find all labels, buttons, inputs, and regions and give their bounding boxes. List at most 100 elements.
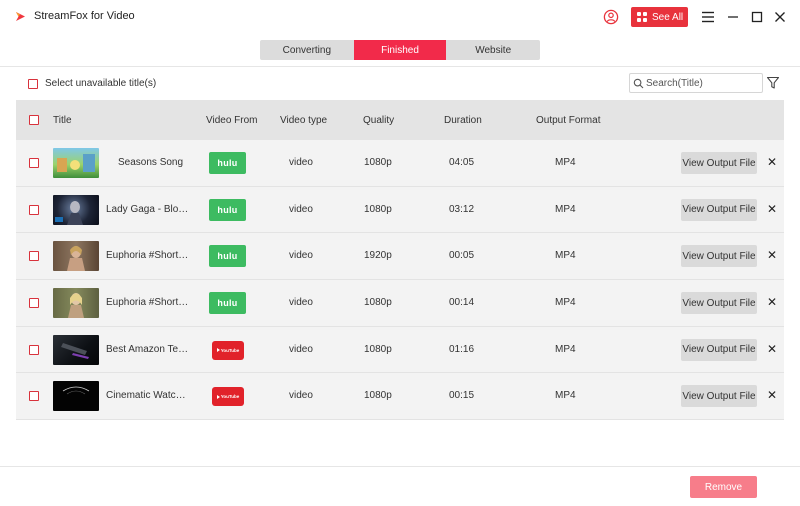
select-all-checkbox[interactable] bbox=[29, 115, 39, 125]
title-bar: StreamFox for Video See All bbox=[0, 0, 800, 34]
view-output-file-button[interactable]: View Output File bbox=[681, 198, 757, 221]
output-format: MP4 bbox=[555, 250, 576, 262]
video-type: video bbox=[289, 297, 313, 309]
video-thumbnail bbox=[53, 288, 99, 319]
app-title: StreamFox for Video bbox=[34, 10, 135, 22]
video-quality: 1080p bbox=[364, 343, 392, 355]
view-output-file-button[interactable]: View Output File bbox=[681, 292, 757, 315]
video-duration: 00:14 bbox=[449, 297, 475, 309]
tab-website[interactable]: Website bbox=[446, 40, 540, 60]
user-account-icon[interactable] bbox=[603, 9, 619, 25]
video-duration: 00:15 bbox=[449, 390, 475, 402]
status-tabs: Converting Finished Website bbox=[260, 40, 540, 60]
play-icon bbox=[216, 348, 220, 353]
select-unavailable-label: Select unavailable title(s) bbox=[45, 78, 157, 89]
table-row: Seasons Song hulu video 1080p 04:05 MP4 … bbox=[16, 140, 784, 187]
video-title: Euphoria #Shorts ... bbox=[106, 297, 190, 309]
row-checkbox[interactable] bbox=[29, 391, 39, 402]
header-video-type: Video type bbox=[280, 115, 328, 126]
video-quality: 1080p bbox=[364, 157, 392, 168]
delete-row-icon[interactable]: ✕ bbox=[766, 153, 778, 171]
video-title: Lady Gaga - Bloo... bbox=[106, 203, 190, 215]
select-unavailable-checkbox[interactable] bbox=[28, 78, 38, 89]
search-icon bbox=[633, 78, 644, 88]
video-title: Cinematic Watch ... bbox=[106, 390, 190, 402]
divider bbox=[0, 66, 800, 67]
table-row: Lady Gaga - Bloo... hulu video 1080p 03:… bbox=[16, 186, 784, 234]
row-checkbox[interactable] bbox=[29, 297, 39, 308]
delete-row-icon[interactable]: ✕ bbox=[766, 340, 778, 358]
video-thumbnail bbox=[53, 381, 99, 412]
view-output-file-button[interactable]: View Output File bbox=[681, 245, 757, 268]
video-type: video bbox=[289, 390, 313, 402]
menu-icon[interactable] bbox=[700, 9, 716, 25]
table-row: Best Amazon Tec... YouTube video 1080p 0… bbox=[16, 326, 784, 374]
row-checkbox[interactable] bbox=[29, 204, 39, 215]
tab-converting[interactable]: Converting bbox=[260, 40, 354, 60]
youtube-label: YouTube bbox=[220, 394, 240, 400]
minimize-icon[interactable] bbox=[725, 9, 741, 25]
video-duration: 04:05 bbox=[449, 157, 475, 168]
search-box[interactable] bbox=[629, 73, 763, 93]
video-thumbnail bbox=[53, 241, 99, 272]
hulu-badge: hulu bbox=[209, 245, 246, 268]
delete-row-icon[interactable]: ✕ bbox=[766, 246, 778, 264]
table-header: Title Video From Video type Quality Dura… bbox=[16, 100, 784, 140]
maximize-icon[interactable] bbox=[749, 9, 765, 25]
see-all-button[interactable]: See All bbox=[631, 7, 688, 27]
output-format: MP4 bbox=[555, 203, 576, 215]
hulu-badge: hulu bbox=[209, 292, 246, 315]
video-quality: 1080p bbox=[364, 390, 392, 402]
delete-row-icon[interactable]: ✕ bbox=[766, 386, 778, 404]
video-thumbnail bbox=[53, 194, 99, 225]
divider bbox=[0, 466, 800, 467]
view-output-file-button[interactable]: View Output File bbox=[681, 385, 757, 408]
row-checkbox[interactable] bbox=[29, 344, 39, 355]
table-row: Euphoria #Shorts ... hulu video 1080p 00… bbox=[16, 280, 784, 327]
finished-table: Title Video From Video type Quality Dura… bbox=[16, 100, 784, 421]
video-quality: 1080p bbox=[364, 203, 392, 215]
video-type: video bbox=[289, 250, 313, 262]
header-video-from: Video From bbox=[206, 115, 258, 126]
youtube-badge: YouTube bbox=[212, 340, 244, 360]
row-checkbox[interactable] bbox=[29, 157, 39, 168]
youtube-badge: YouTube bbox=[212, 387, 244, 407]
video-title: Best Amazon Tec... bbox=[106, 343, 190, 355]
see-all-label: See All bbox=[652, 11, 684, 23]
table-row: Euphoria #Shorts ... hulu video 1920p 00… bbox=[16, 233, 784, 281]
grid-icon bbox=[637, 12, 647, 22]
delete-row-icon[interactable]: ✕ bbox=[766, 200, 778, 218]
filter-icon[interactable] bbox=[766, 76, 780, 90]
youtube-label: YouTube bbox=[220, 347, 240, 353]
output-format: MP4 bbox=[555, 297, 576, 309]
video-duration: 01:16 bbox=[449, 343, 475, 355]
hulu-badge: hulu bbox=[209, 198, 246, 221]
video-quality: 1920p bbox=[364, 250, 392, 262]
hulu-badge: hulu bbox=[209, 152, 246, 174]
search-input[interactable] bbox=[646, 77, 758, 89]
view-output-file-button[interactable]: View Output File bbox=[681, 338, 757, 361]
output-format: MP4 bbox=[555, 157, 576, 168]
header-title: Title bbox=[53, 115, 72, 126]
close-window-icon[interactable] bbox=[772, 9, 788, 25]
video-thumbnail bbox=[53, 334, 99, 365]
video-duration: 03:12 bbox=[449, 203, 475, 215]
header-output-format: Output Format bbox=[536, 115, 601, 126]
select-unavailable-option[interactable]: Select unavailable title(s) bbox=[28, 78, 156, 89]
view-output-file-button[interactable]: View Output File bbox=[681, 152, 757, 174]
play-icon bbox=[216, 394, 220, 399]
app-logo-icon bbox=[16, 12, 25, 21]
video-title: Euphoria #Shorts ... bbox=[106, 250, 190, 262]
delete-row-icon[interactable]: ✕ bbox=[766, 293, 778, 311]
video-type: video bbox=[289, 203, 313, 215]
video-title: Seasons Song bbox=[118, 157, 184, 168]
header-duration: Duration bbox=[444, 115, 482, 126]
remove-button[interactable]: Remove bbox=[690, 476, 757, 498]
tab-finished[interactable]: Finished bbox=[353, 40, 447, 60]
video-type: video bbox=[289, 343, 313, 355]
video-duration: 00:05 bbox=[449, 250, 475, 262]
video-type: video bbox=[289, 157, 313, 168]
table-row: Cinematic Watch ... YouTube video 1080p … bbox=[16, 373, 784, 421]
video-quality: 1080p bbox=[364, 297, 392, 309]
row-checkbox[interactable] bbox=[29, 251, 39, 262]
